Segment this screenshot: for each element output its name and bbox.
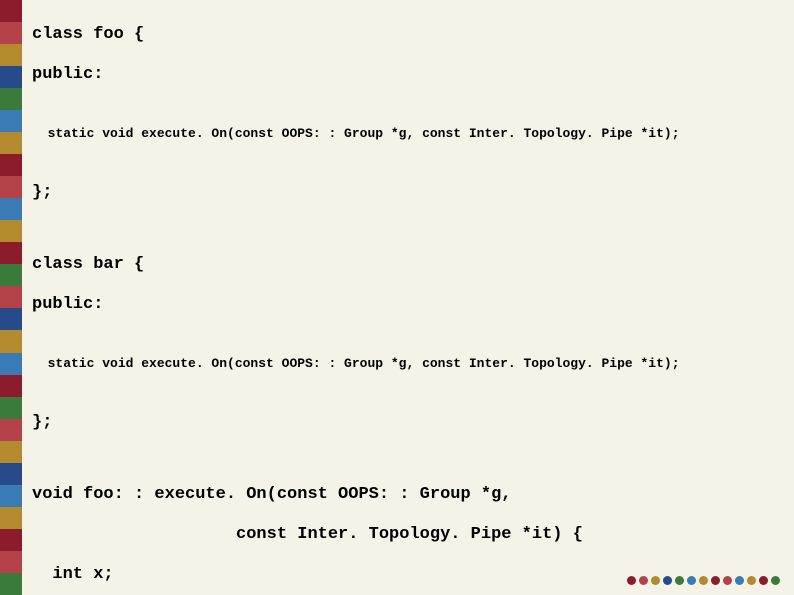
dot-icon: [639, 576, 648, 585]
code-block: class foo { public: static void execute.…: [32, 6, 784, 565]
code-line: class bar {: [32, 254, 784, 276]
stripe-cell: [0, 220, 22, 242]
stripe-cell: [0, 198, 22, 220]
stripe-cell: [0, 397, 22, 419]
code-line: static void execute. On(const OOPS: : Gr…: [32, 354, 784, 374]
stripe-cell: [0, 88, 22, 110]
stripe-cell: [0, 353, 22, 375]
code-line: const Inter. Topology. Pipe *it) {: [32, 524, 784, 546]
dot-icon: [627, 576, 636, 585]
stripe-cell: [0, 441, 22, 463]
code-line: static void execute. On(const OOPS: : Gr…: [32, 124, 784, 144]
dot-icon: [723, 576, 732, 585]
stripe-cell: [0, 551, 22, 573]
decorative-dots: [627, 576, 780, 585]
stripe-cell: [0, 0, 22, 22]
stripe-cell: [0, 330, 22, 352]
code-line: public:: [32, 294, 784, 316]
stripe-cell: [0, 308, 22, 330]
code-line: void foo: : execute. On(const OOPS: : Gr…: [32, 484, 784, 506]
stripe-cell: [0, 264, 22, 286]
stripe-cell: [0, 176, 22, 198]
stripe-cell: [0, 507, 22, 529]
stripe-cell: [0, 44, 22, 66]
stripe-cell: [0, 242, 22, 264]
stripe-cell: [0, 485, 22, 507]
dot-icon: [747, 576, 756, 585]
stripe-cell: [0, 22, 22, 44]
stripe-cell: [0, 286, 22, 308]
stripe-cell: [0, 529, 22, 551]
stripe-cell: [0, 463, 22, 485]
stripe-cell: [0, 66, 22, 88]
dot-icon: [675, 576, 684, 585]
stripe-cell: [0, 375, 22, 397]
dot-icon: [771, 576, 780, 585]
code-line: };: [32, 182, 784, 204]
dot-icon: [651, 576, 660, 585]
decorative-left-stripe: [0, 0, 22, 595]
dot-icon: [759, 576, 768, 585]
slide: class foo { public: static void execute.…: [0, 0, 794, 595]
stripe-cell: [0, 573, 22, 595]
dot-icon: [735, 576, 744, 585]
stripe-cell: [0, 154, 22, 176]
dot-icon: [687, 576, 696, 585]
stripe-cell: [0, 110, 22, 132]
dot-icon: [699, 576, 708, 585]
stripe-cell: [0, 132, 22, 154]
code-line: };: [32, 412, 784, 434]
code-line: public:: [32, 64, 784, 86]
code-line: class foo {: [32, 24, 784, 46]
dot-icon: [663, 576, 672, 585]
dot-icon: [711, 576, 720, 585]
stripe-cell: [0, 419, 22, 441]
